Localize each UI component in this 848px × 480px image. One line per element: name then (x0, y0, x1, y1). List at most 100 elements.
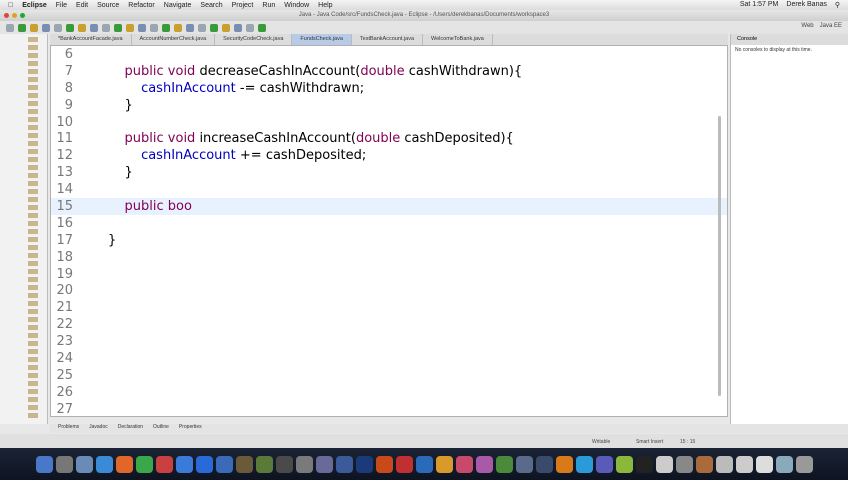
dock-app-icon[interactable] (695, 455, 713, 473)
apple-icon[interactable]:  (8, 2, 13, 9)
toolbar-button-icon[interactable] (30, 23, 38, 32)
toolbar-button-icon[interactable] (126, 23, 134, 32)
dock-app-icon[interactable] (455, 455, 473, 473)
editor-tab[interactable]: AccountNumberCheck.java (132, 34, 216, 45)
tree-item[interactable] (28, 77, 38, 82)
menu-project[interactable]: Project (232, 2, 254, 9)
tree-item[interactable] (28, 133, 38, 138)
tree-item[interactable] (28, 333, 38, 338)
dock-app-icon[interactable] (795, 455, 813, 473)
dock-app-icon[interactable] (55, 455, 73, 473)
dock-app-icon[interactable] (675, 455, 693, 473)
tab-outline[interactable]: Outline (153, 424, 169, 433)
tab-javadoc[interactable]: Javadoc (89, 424, 108, 433)
toolbar-button-icon[interactable] (150, 23, 158, 32)
dock-app-icon[interactable] (35, 455, 53, 473)
editor-tab[interactable]: SecurityCodeCheck.java (215, 34, 293, 45)
app-menu[interactable]: Eclipse (22, 2, 47, 9)
menu-edit[interactable]: Edit (76, 2, 88, 9)
tree-item[interactable] (28, 309, 38, 314)
toolbar-button-icon[interactable] (258, 23, 266, 32)
tree-item[interactable] (28, 85, 38, 90)
toolbar-button-icon[interactable] (234, 23, 242, 32)
dock-app-icon[interactable] (535, 455, 553, 473)
tree-item[interactable] (28, 69, 38, 74)
tree-item[interactable] (28, 397, 38, 402)
dock-app-icon[interactable] (215, 455, 233, 473)
tree-item[interactable] (28, 317, 38, 322)
tree-item[interactable] (28, 125, 38, 130)
zoom-window-button[interactable] (20, 13, 25, 18)
minimize-window-button[interactable] (12, 13, 17, 18)
tree-item[interactable] (28, 53, 38, 58)
tree-item[interactable] (28, 349, 38, 354)
dock-app-icon[interactable] (735, 455, 753, 473)
dock-app-icon[interactable] (495, 455, 513, 473)
tree-item[interactable] (28, 285, 38, 290)
tree-item[interactable] (28, 61, 38, 66)
toolbar-button-icon[interactable] (246, 23, 254, 32)
dock-app-icon[interactable] (75, 455, 93, 473)
dock-app-icon[interactable] (155, 455, 173, 473)
tree-item[interactable] (28, 261, 38, 266)
user-name[interactable]: Derek Banas (786, 1, 826, 9)
tree-item[interactable] (28, 381, 38, 386)
tree-item[interactable] (28, 213, 38, 218)
dock-app-icon[interactable] (755, 455, 773, 473)
tree-item[interactable] (28, 277, 38, 282)
tree-item[interactable] (28, 149, 38, 154)
dock-app-icon[interactable] (95, 455, 113, 473)
tab-problems[interactable]: Problems (58, 424, 79, 433)
tree-item[interactable] (28, 117, 38, 122)
editor-tab[interactable]: WelcomeToBank.java (423, 34, 493, 45)
tree-item[interactable] (28, 341, 38, 346)
dock-app-icon[interactable] (555, 455, 573, 473)
tree-item[interactable] (28, 245, 38, 250)
dock-app-icon[interactable] (255, 455, 273, 473)
tree-item[interactable] (28, 173, 38, 178)
toolbar-button-icon[interactable] (54, 23, 62, 32)
dock-app-icon[interactable] (375, 455, 393, 473)
toolbar-button-icon[interactable] (66, 23, 74, 32)
tree-item[interactable] (28, 293, 38, 298)
toolbar-button-icon[interactable] (138, 23, 146, 32)
toolbar-button-icon[interactable] (102, 23, 110, 32)
tree-item[interactable] (28, 365, 38, 370)
tree-item[interactable] (28, 157, 38, 162)
tab-declaration[interactable]: Declaration (118, 424, 143, 433)
dock-app-icon[interactable] (775, 455, 793, 473)
menu-navigate[interactable]: Navigate (164, 2, 192, 9)
dock-app-icon[interactable] (515, 455, 533, 473)
tree-item[interactable] (28, 357, 38, 362)
tree-item[interactable] (28, 269, 38, 274)
menu-source[interactable]: Source (97, 2, 119, 9)
toolbar-button-icon[interactable] (222, 23, 230, 32)
perspective-web[interactable]: Web (801, 23, 813, 29)
toolbar-button-icon[interactable] (114, 23, 122, 32)
spotlight-icon[interactable]: ⚲ (835, 1, 840, 9)
dock-app-icon[interactable] (115, 455, 133, 473)
dock-app-icon[interactable] (335, 455, 353, 473)
dock-app-icon[interactable] (615, 455, 633, 473)
editor-tab[interactable]: FundsCheck.java (292, 34, 352, 45)
tree-item[interactable] (28, 37, 38, 42)
tree-item[interactable] (28, 93, 38, 98)
tree-item[interactable] (28, 229, 38, 234)
dock-app-icon[interactable] (135, 455, 153, 473)
tree-item[interactable] (28, 101, 38, 106)
dock-app-icon[interactable] (435, 455, 453, 473)
editor-scrollbar[interactable] (718, 116, 721, 396)
menu-help[interactable]: Help (318, 2, 332, 9)
perspective-java-ee[interactable]: Java EE (820, 23, 842, 29)
tree-item[interactable] (28, 221, 38, 226)
editor-tab[interactable]: TestBankAccount.java (352, 34, 424, 45)
tree-item[interactable] (28, 253, 38, 258)
dock-app-icon[interactable] (415, 455, 433, 473)
dock-app-icon[interactable] (655, 455, 673, 473)
clock[interactable]: Sat 1:57 PM (740, 1, 779, 9)
tree-item[interactable] (28, 45, 38, 50)
dock-app-icon[interactable] (395, 455, 413, 473)
dock-app-icon[interactable] (295, 455, 313, 473)
tree-item[interactable] (28, 301, 38, 306)
toolbar-button-icon[interactable] (42, 23, 50, 32)
